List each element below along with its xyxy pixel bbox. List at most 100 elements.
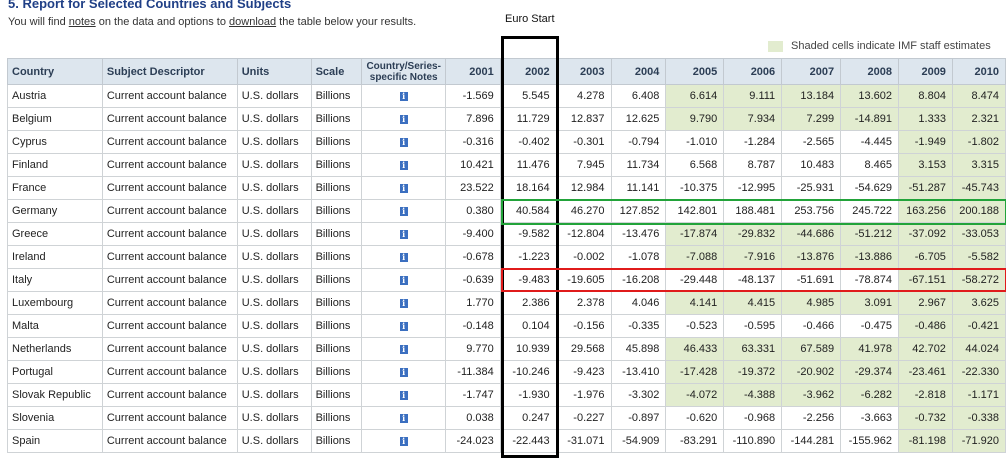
value-cell: -9.483 (499, 268, 557, 292)
report-table: Country Subject Descriptor Units Scale C… (7, 58, 1006, 453)
col-header-country[interactable]: Country (7, 58, 103, 85)
col-header-2005[interactable]: 2005 (665, 58, 725, 85)
info-icon[interactable]: i (399, 253, 408, 262)
col-header-2003[interactable]: 2003 (555, 58, 612, 85)
subject-cell: Current account balance (101, 245, 238, 269)
col-header-2002[interactable]: 2002 (499, 58, 557, 85)
units-cell: U.S. dollars (236, 107, 312, 131)
info-icon[interactable]: i (399, 368, 408, 377)
value-cell: 42.702 (898, 337, 953, 361)
value-cell: -0.678 (444, 245, 501, 269)
value-cell: -51.212 (840, 222, 899, 246)
info-icon[interactable]: i (399, 345, 408, 354)
value-cell: -0.335 (610, 314, 667, 338)
table-row: Spain Current account balance U.S. dollars… (7, 429, 1006, 453)
value-cell: -4.388 (723, 383, 783, 407)
col-header-2008[interactable]: 2008 (840, 58, 899, 85)
notes-cell: i (361, 360, 446, 384)
value-cell: 1.770 (444, 291, 501, 315)
info-icon[interactable]: i (399, 138, 408, 147)
value-cell: -12.995 (723, 176, 783, 200)
scale-cell: Billions (310, 268, 363, 292)
table-row: Austria Current account balance U.S. dolla… (7, 84, 1006, 108)
value-cell: -3.302 (610, 383, 667, 407)
value-cell: -0.794 (610, 130, 667, 154)
col-header-subject[interactable]: Subject Descriptor (101, 58, 238, 85)
value-cell: -33.053 (951, 222, 1006, 246)
notes-cell: i (361, 268, 446, 292)
value-cell: -6.705 (898, 245, 953, 269)
subject-cell: Current account balance (101, 406, 238, 430)
col-header-2001[interactable]: 2001 (444, 58, 501, 85)
info-icon[interactable]: i (399, 276, 408, 285)
value-cell: -1.171 (951, 383, 1006, 407)
value-cell: -2.565 (781, 130, 842, 154)
country-cell: Cyprus (7, 130, 103, 154)
col-header-2010[interactable]: 2010 (951, 58, 1006, 85)
col-header-2007[interactable]: 2007 (781, 58, 842, 85)
units-cell: U.S. dollars (236, 176, 312, 200)
info-icon[interactable]: i (399, 322, 408, 331)
subject-cell: Current account balance (101, 153, 238, 177)
scale-cell: Billions (310, 222, 363, 246)
info-icon[interactable]: i (399, 115, 408, 124)
table-header-row: Country Subject Descriptor Units Scale C… (7, 58, 1006, 85)
col-header-units[interactable]: Units (236, 58, 312, 85)
country-cell: Malta (7, 314, 103, 338)
value-cell: -0.316 (444, 130, 501, 154)
country-cell: Netherlands (7, 337, 103, 361)
table-row: Netherlands Current account balance U.S. d… (7, 337, 1006, 361)
col-header-2004[interactable]: 2004 (610, 58, 667, 85)
value-cell: 8.474 (951, 84, 1006, 108)
units-cell: U.S. dollars (236, 245, 312, 269)
info-icon[interactable]: i (399, 414, 408, 423)
info-icon[interactable]: i (399, 391, 408, 400)
value-cell: 1.333 (898, 107, 953, 131)
value-cell: 46.433 (665, 337, 725, 361)
notes-cell: i (361, 406, 446, 430)
value-cell: 253.756 (781, 199, 842, 223)
value-cell: 10.483 (781, 153, 842, 177)
value-cell: -7.916 (723, 245, 783, 269)
value-cell: 0.247 (499, 406, 557, 430)
value-cell: -110.890 (723, 429, 783, 453)
scale-cell: Billions (310, 314, 363, 338)
value-cell: 6.568 (665, 153, 725, 177)
value-cell: -17.874 (665, 222, 725, 246)
col-header-2006[interactable]: 2006 (723, 58, 783, 85)
notes-link[interactable]: notes (69, 16, 96, 28)
country-cell: Austria (7, 84, 103, 108)
info-icon[interactable]: i (399, 161, 408, 170)
info-icon[interactable]: i (399, 230, 408, 239)
info-icon[interactable]: i (399, 207, 408, 216)
units-cell: U.S. dollars (236, 222, 312, 246)
table-row: Ireland Current account balance U.S. dolla… (7, 245, 1006, 269)
info-icon[interactable]: i (399, 437, 408, 446)
value-cell: 9.111 (723, 84, 783, 108)
country-cell: Luxembourg (7, 291, 103, 315)
value-cell: -29.832 (723, 222, 783, 246)
col-header-scale[interactable]: Scale (310, 58, 363, 85)
value-cell: -13.886 (840, 245, 899, 269)
scale-cell: Billions (310, 153, 363, 177)
info-icon[interactable]: i (399, 299, 408, 308)
col-header-notes[interactable]: Country/Series-specific Notes (361, 58, 446, 85)
info-icon[interactable]: i (399, 92, 408, 101)
value-cell: 10.939 (499, 337, 557, 361)
value-cell: 4.141 (665, 291, 725, 315)
units-cell: U.S. dollars (236, 314, 312, 338)
value-cell: -83.291 (665, 429, 725, 453)
value-cell: 5.545 (499, 84, 557, 108)
col-header-2009[interactable]: 2009 (898, 58, 953, 85)
value-cell: -25.931 (781, 176, 842, 200)
value-cell: -0.595 (723, 314, 783, 338)
info-icon[interactable]: i (399, 184, 408, 193)
download-link[interactable]: download (229, 16, 276, 28)
value-cell: -9.400 (444, 222, 501, 246)
value-cell: -6.282 (840, 383, 899, 407)
value-cell: 63.331 (723, 337, 783, 361)
value-cell: -29.374 (840, 360, 899, 384)
notes-cell: i (361, 291, 446, 315)
value-cell: -5.582 (951, 245, 1006, 269)
notes-cell: i (361, 130, 446, 154)
